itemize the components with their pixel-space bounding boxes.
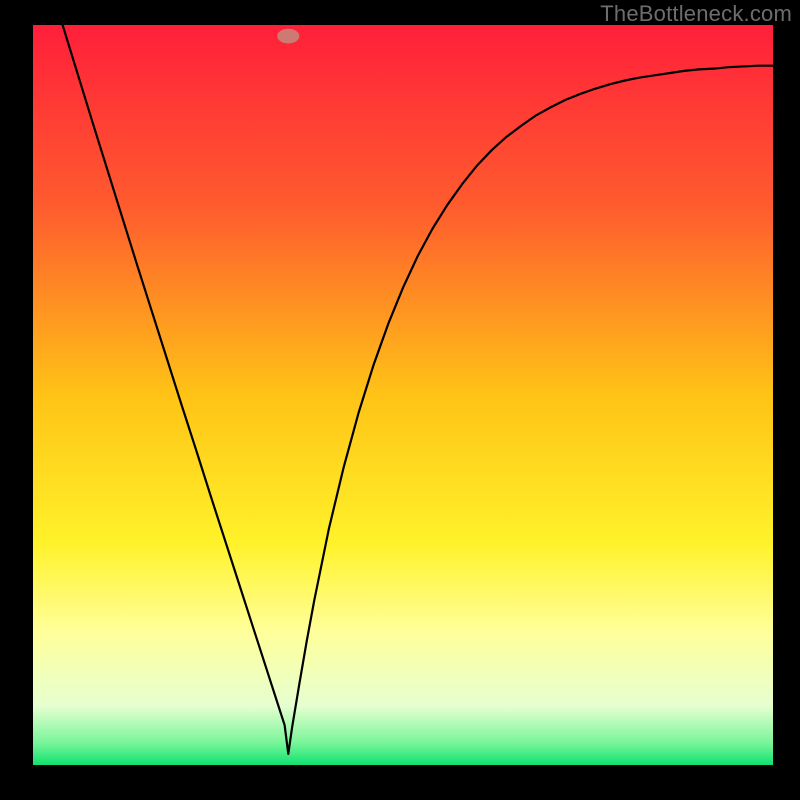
watermark-text: TheBottleneck.com [600, 1, 792, 27]
plot-area [33, 25, 773, 765]
min-marker [277, 29, 299, 44]
chart-frame: TheBottleneck.com [0, 0, 800, 800]
gradient-background [33, 25, 773, 765]
chart-svg [33, 25, 773, 765]
